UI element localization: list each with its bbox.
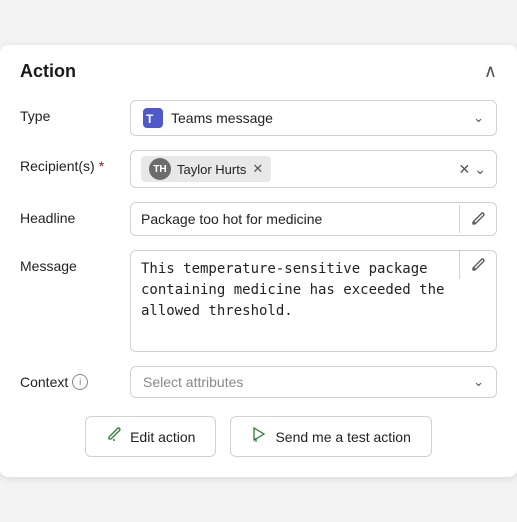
collapse-icon[interactable]: ∧ [484, 61, 497, 82]
headline-edit-icon[interactable] [459, 205, 496, 233]
teams-icon: T [143, 108, 163, 128]
type-value: Teams message [171, 110, 273, 126]
context-placeholder: Select attributes [143, 374, 243, 390]
action-card: Action ∧ Type T Teams message ⌄ Recipien… [0, 45, 517, 477]
message-label: Message [20, 250, 130, 274]
recipient-clear-button[interactable]: ✕ [459, 161, 471, 178]
headline-control [130, 202, 497, 236]
recipient-avatar: TH [149, 158, 171, 180]
edit-action-label: Edit action [130, 429, 195, 445]
type-row: Type T Teams message ⌄ [20, 100, 497, 136]
context-chevron-icon: ⌄ [473, 374, 484, 390]
type-label: Type [20, 100, 130, 124]
headline-input[interactable] [131, 203, 459, 235]
headline-row: Headline [20, 202, 497, 236]
recipient-row: Recipient(s) * TH Taylor Hurts ✕ ✕ ⌄ [20, 150, 497, 188]
headline-label: Headline [20, 202, 130, 226]
recipient-actions: ✕ ⌄ [459, 161, 486, 178]
svg-text:T: T [146, 112, 154, 126]
recipient-field[interactable]: TH Taylor Hurts ✕ ✕ ⌄ [130, 150, 497, 188]
test-action-icon [251, 426, 267, 447]
edit-action-icon [106, 426, 122, 447]
recipient-label: Recipient(s) * [20, 150, 130, 174]
test-action-label: Send me a test action [275, 429, 410, 445]
recipient-chevron-button[interactable]: ⌄ [474, 161, 486, 178]
message-textarea[interactable]: This temperature-sensitive package conta… [131, 251, 459, 351]
footer-buttons: Edit action Send me a test action [20, 416, 497, 457]
type-control: T Teams message ⌄ [130, 100, 497, 136]
recipient-remove-icon[interactable]: ✕ [252, 161, 263, 177]
message-row: Message This temperature-sensitive packa… [20, 250, 497, 352]
message-textarea-wrapper: This temperature-sensitive package conta… [130, 250, 497, 352]
context-dropdown-left: Select attributes [143, 374, 243, 390]
test-action-button[interactable]: Send me a test action [230, 416, 431, 457]
message-edit-icon[interactable] [459, 251, 496, 279]
edit-action-button[interactable]: Edit action [85, 416, 216, 457]
required-indicator: * [99, 158, 104, 174]
recipient-control: TH Taylor Hurts ✕ ✕ ⌄ [130, 150, 497, 188]
recipient-name: Taylor Hurts [177, 162, 246, 177]
card-title: Action [20, 61, 76, 82]
context-label: Context i [20, 366, 130, 390]
context-row: Context i Select attributes ⌄ [20, 366, 497, 398]
type-chevron-icon: ⌄ [473, 110, 484, 126]
type-dropdown-left: T Teams message [143, 108, 273, 128]
context-dropdown[interactable]: Select attributes ⌄ [130, 366, 497, 398]
headline-input-wrapper [130, 202, 497, 236]
card-header: Action ∧ [20, 61, 497, 82]
type-dropdown[interactable]: T Teams message ⌄ [130, 100, 497, 136]
message-control: This temperature-sensitive package conta… [130, 250, 497, 352]
context-control: Select attributes ⌄ [130, 366, 497, 398]
context-info-icon: i [72, 374, 88, 390]
recipient-tag: TH Taylor Hurts ✕ [141, 156, 271, 182]
